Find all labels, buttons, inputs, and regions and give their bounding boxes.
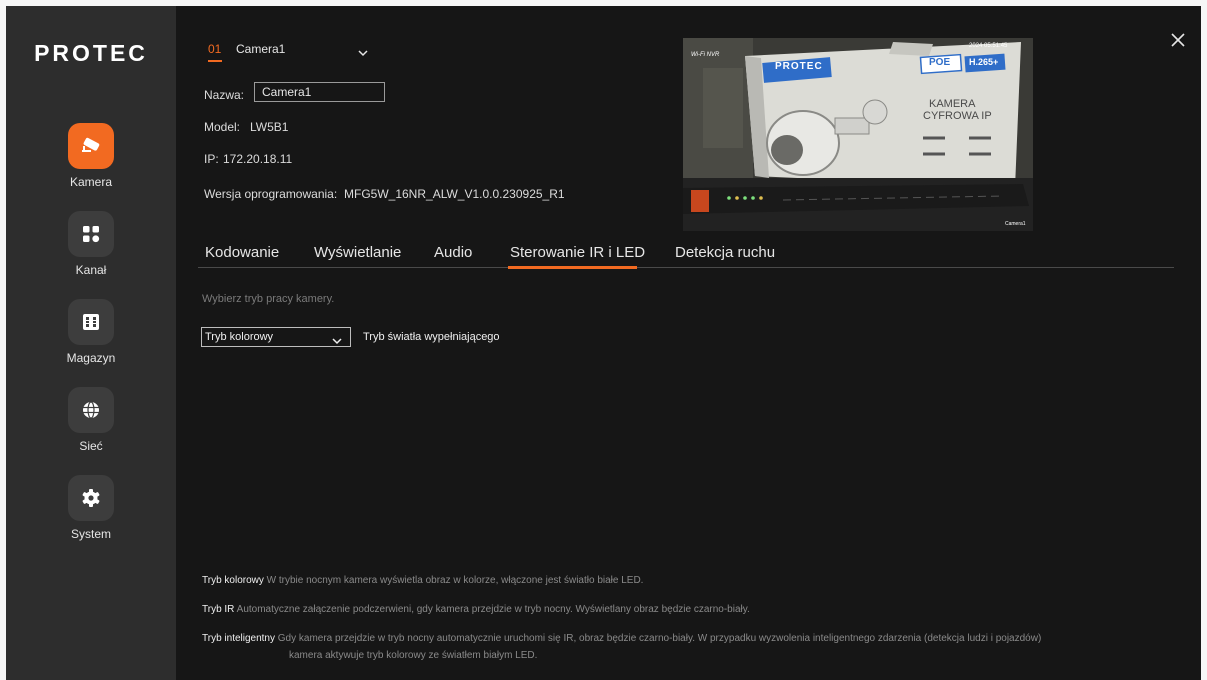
tabs-divider (198, 267, 1174, 268)
active-tab-indicator (508, 266, 637, 269)
model-value: LW5B1 (250, 120, 289, 134)
description-title: Tryb IR (202, 604, 235, 615)
description-ir-mode: Tryb IR Automatyczne załączenie podczerw… (202, 604, 750, 615)
storage-icon (68, 299, 114, 345)
sidebar-item-siec[interactable]: Sieć (6, 387, 176, 467)
light-mode-select[interactable]: Tryb kolorowy (201, 327, 351, 347)
settings-window: PROTEC Kamera Kanał Magazyn Sieć System … (6, 6, 1201, 680)
preview-box-brand: PROTEC (775, 61, 823, 72)
chevron-down-icon (332, 332, 342, 350)
preview-overlay-left: Wi-Fi NVR (691, 52, 720, 58)
description-title: Tryb kolorowy (202, 575, 264, 586)
chevron-down-icon (358, 44, 368, 62)
ip-value: 172.20.18.11 (223, 152, 293, 166)
name-label: Nazwa: (204, 88, 245, 102)
firmware-value: MFG5W_16NR_ALW_V1.0.0.230925_R1 (344, 187, 565, 201)
camera-icon (68, 123, 114, 169)
light-mode-selected-value: Tryb kolorowy (205, 331, 274, 343)
description-text: Gdy kamera przejdzie w tryb nocny automa… (277, 633, 1042, 644)
close-button[interactable] (1168, 30, 1188, 50)
sidebar-item-label: Kanał (75, 263, 107, 277)
settings-tabs: Kodowanie Wyświetlanie Audio Sterowanie … (176, 238, 1176, 269)
tab-wyswietlanie[interactable]: Wyświetlanie (314, 244, 401, 261)
sidebar: PROTEC Kamera Kanał Magazyn Sieć System (6, 6, 176, 680)
instruction-text: Wybierz tryb pracy kamery. (202, 293, 335, 305)
sidebar-item-system[interactable]: System (6, 475, 176, 555)
camera-select[interactable]: 01 Camera1 (208, 42, 368, 64)
camera-name-input[interactable] (254, 82, 385, 102)
firmware-label: Wersja oprogramowania: (204, 187, 338, 201)
sidebar-item-kamera[interactable]: Kamera (6, 123, 176, 203)
sidebar-item-label: Sieć (79, 439, 103, 453)
preview-channel-label: Camera1 (1005, 221, 1026, 227)
model-label: Model: (204, 120, 241, 134)
description-smart-mode-continued: kamera aktywuje tryb kolorowy ze światłe… (289, 650, 537, 661)
sidebar-item-label: System (70, 527, 111, 541)
tab-sterowanie-ir-led[interactable]: Sterowanie IR i LED (510, 244, 645, 261)
camera-selected-name: Camera1 (236, 42, 286, 56)
description-color-mode: Tryb kolorowy W trybie nocnym kamera wyś… (202, 575, 643, 586)
light-mode-caption: Tryb światła wypełniającego (363, 331, 500, 343)
sidebar-item-label: Kamera (69, 175, 113, 189)
description-text: Automatyczne załączenie podczerwieni, gd… (236, 604, 750, 615)
description-text: kamera aktywuje tryb kolorowy ze światłe… (289, 650, 538, 661)
preview-box-poe: POE (929, 57, 951, 68)
main-panel: 01 Camera1 Nazwa: Model: LW5B1 IP: 172.2… (176, 6, 1201, 680)
camera-number: 01 (208, 42, 222, 56)
description-smart-mode: Tryb inteligentny Gdy kamera przejdzie w… (202, 633, 1041, 644)
brand-logo: PROTEC (34, 40, 148, 66)
preview-box-title-1: KAMERA (929, 98, 976, 110)
sidebar-item-label: Magazyn (66, 351, 116, 365)
preview-box-title-2: CYFROWA IP (923, 110, 992, 122)
description-title: Tryb inteligentny (202, 633, 275, 644)
tab-kodowanie[interactable]: Kodowanie (205, 244, 279, 261)
sidebar-item-kanal[interactable]: Kanał (6, 211, 176, 291)
preview-timestamp: 2024 05:51:45 (969, 43, 1008, 49)
gear-icon (68, 475, 114, 521)
close-icon (1171, 33, 1185, 47)
description-text: W trybie nocnym kamera wyświetla obraz w… (266, 575, 644, 586)
camera-preview[interactable]: Wi-Fi NVR 2024 05:51:45 Camera1 PROTEC P… (683, 38, 1033, 231)
preview-box-codec: H.265+ (969, 57, 999, 67)
tab-audio[interactable]: Audio (434, 244, 472, 261)
globe-icon (68, 387, 114, 433)
sidebar-item-magazyn[interactable]: Magazyn (6, 299, 176, 379)
tab-detekcja-ruchu[interactable]: Detekcja ruchu (675, 244, 775, 261)
ip-label: IP: (204, 152, 219, 166)
camera-number-underline (208, 60, 222, 62)
grid-icon (68, 211, 114, 257)
